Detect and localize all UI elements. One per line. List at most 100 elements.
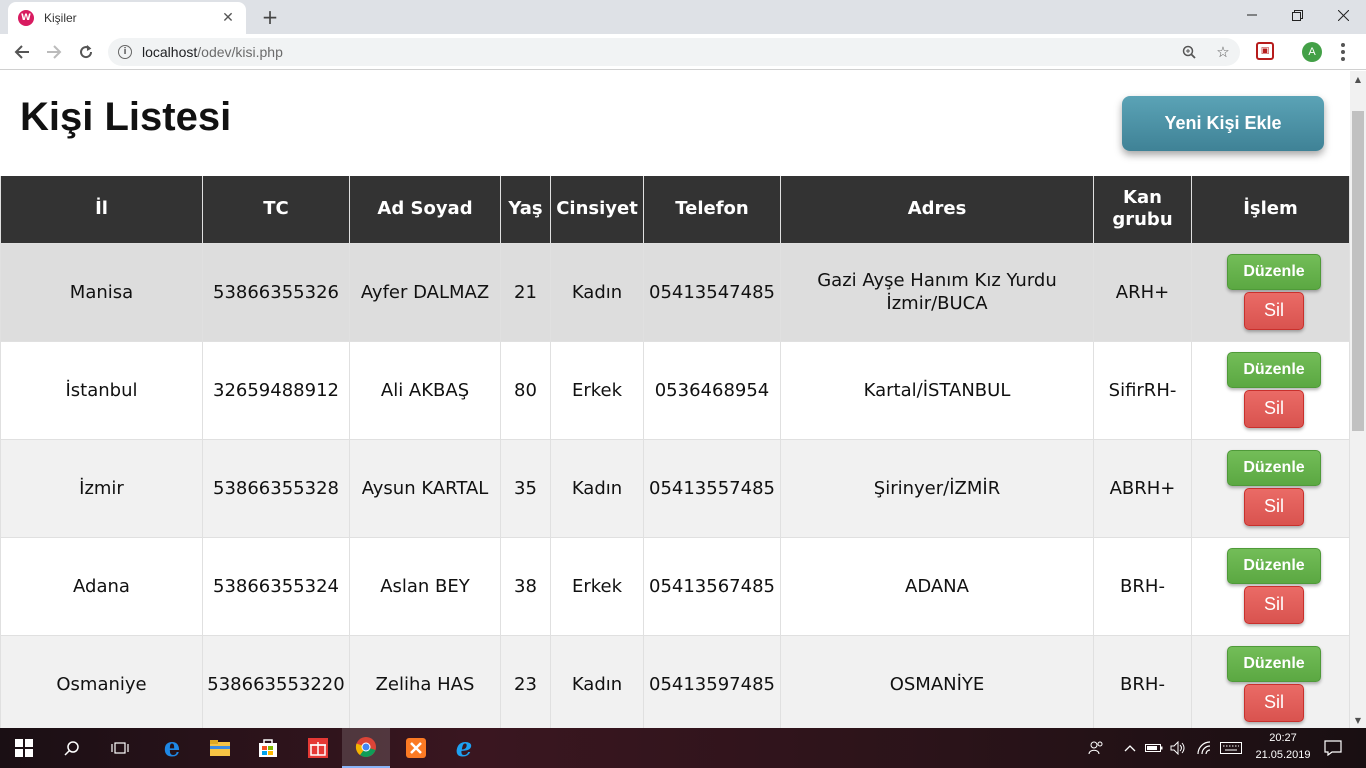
cell-yas: 80	[500, 340, 551, 440]
cell-yas: 38	[500, 536, 551, 636]
cell-tc: 53866355324	[202, 536, 350, 636]
windows-start-icon[interactable]	[0, 728, 48, 768]
browser-tab[interactable]: W Kişiler ✕	[8, 2, 246, 34]
cell-yas: 21	[500, 242, 551, 342]
volume-icon[interactable]	[1168, 728, 1188, 768]
cell-tc: 53866355326	[202, 242, 350, 342]
edit-button[interactable]: Düzenle	[1227, 253, 1321, 290]
header-cinsiyet: Cinsiyet	[550, 176, 644, 244]
cell-il: Osmaniye	[0, 634, 203, 728]
cell-telefon: 0536468954	[643, 340, 781, 440]
system-clock[interactable]: 20:27 21.05.2019	[1252, 730, 1314, 764]
close-window-icon[interactable]	[1320, 0, 1366, 30]
table-row: Osmaniye 538663553220 Zeliha HAS 23 Kadı…	[0, 634, 1350, 728]
chevron-up-icon[interactable]	[1120, 728, 1140, 768]
cell-cinsiyet: Erkek	[550, 340, 644, 440]
address-bar[interactable]: i localhost/odev/kisi.php ☆	[108, 38, 1240, 66]
browser-toolbar: i localhost/odev/kisi.php ☆ ▣ A	[0, 34, 1366, 70]
delete-button[interactable]: Sil	[1244, 389, 1304, 428]
cell-kan-grubu: SifirRH-	[1093, 340, 1192, 440]
delete-button[interactable]: Sil	[1244, 585, 1304, 624]
task-view-icon[interactable]	[96, 728, 144, 768]
cell-ad-soyad: Aysun KARTAL	[349, 438, 501, 538]
cell-ad-soyad: Ali AKBAŞ	[349, 340, 501, 440]
cell-il: Adana	[0, 536, 203, 636]
delete-button[interactable]: Sil	[1244, 291, 1304, 330]
cell-cinsiyet: Kadın	[550, 634, 644, 728]
cell-adres: Kartal/İSTANBUL	[780, 340, 1094, 440]
header-il: İl	[0, 176, 203, 244]
scroll-thumb[interactable]	[1352, 111, 1364, 431]
cell-kan-grubu: ARH+	[1093, 242, 1192, 342]
cell-yas: 23	[500, 634, 551, 728]
file-explorer-icon[interactable]	[196, 728, 244, 768]
cell-yas: 35	[500, 438, 551, 538]
cell-cinsiyet: Erkek	[550, 536, 644, 636]
cell-adres: Şirinyer/İZMİR	[780, 438, 1094, 538]
url-host: localhost	[142, 44, 198, 60]
edit-button[interactable]: Düzenle	[1227, 547, 1321, 584]
table-row: Adana 53866355324 Aslan BEY 38 Erkek 054…	[0, 536, 1350, 636]
bookmark-star-icon[interactable]: ☆	[1212, 42, 1234, 62]
info-icon[interactable]: i	[118, 45, 132, 59]
cell-kan-grubu: BRH-	[1093, 536, 1192, 636]
cell-kan-grubu: BRH-	[1093, 634, 1192, 728]
clock-time: 20:27	[1269, 732, 1297, 744]
table-row: İstanbul 32659488912 Ali AKBAŞ 80 Erkek …	[0, 340, 1350, 440]
cell-actions: Düzenle Sil	[1191, 242, 1350, 342]
cell-telefon: 05413567485	[643, 536, 781, 636]
cell-telefon: 05413557485	[643, 438, 781, 538]
delete-button[interactable]: Sil	[1244, 683, 1304, 722]
battery-icon[interactable]	[1144, 728, 1164, 768]
page-title: Kişi Listesi	[20, 95, 232, 139]
cell-actions: Düzenle Sil	[1191, 438, 1350, 538]
cell-il: Manisa	[0, 242, 203, 342]
header-kan-grubu: Kan grubu	[1093, 176, 1192, 244]
profile-avatar[interactable]: A	[1302, 42, 1322, 62]
notifications-icon[interactable]	[1320, 728, 1346, 768]
delete-button[interactable]: Sil	[1244, 487, 1304, 526]
url-path: /odev/kisi.php	[197, 44, 283, 60]
cell-telefon: 05413597485	[643, 634, 781, 728]
reload-icon[interactable]	[74, 40, 98, 64]
add-person-button[interactable]: Yeni Kişi Ekle	[1122, 96, 1324, 151]
forward-arrow-icon[interactable]	[42, 40, 66, 64]
favicon-icon: W	[18, 10, 34, 26]
edge-icon[interactable]: e	[148, 728, 196, 768]
restore-icon[interactable]	[1274, 0, 1320, 30]
minimize-icon[interactable]	[1229, 0, 1275, 30]
gift-app-icon[interactable]	[294, 728, 342, 768]
header-islem: İşlem	[1191, 176, 1350, 244]
page-scrollbar[interactable]: ▲ ▼	[1350, 71, 1366, 728]
xampp-icon[interactable]	[392, 728, 440, 768]
edit-button[interactable]: Düzenle	[1227, 351, 1321, 388]
scroll-down-icon[interactable]: ▼	[1350, 712, 1366, 728]
clock-date: 21.05.2019	[1255, 749, 1311, 761]
cell-il: İstanbul	[0, 340, 203, 440]
new-tab-button[interactable]: +	[258, 6, 282, 28]
cell-actions: Düzenle Sil	[1191, 536, 1350, 636]
zoom-icon[interactable]	[1178, 42, 1200, 62]
url-text: localhost/odev/kisi.php	[142, 44, 283, 60]
scroll-up-icon[interactable]: ▲	[1350, 71, 1366, 87]
header-yas: Yaş	[500, 176, 551, 244]
edit-button[interactable]: Düzenle	[1227, 449, 1321, 486]
people-icon[interactable]	[1084, 728, 1108, 768]
cell-adres: Gazi Ayşe Hanım Kız Yurdu İzmir/BUCA	[780, 242, 1094, 342]
cell-actions: Düzenle Sil	[1191, 634, 1350, 728]
back-arrow-icon[interactable]	[10, 40, 34, 64]
cell-ad-soyad: Aslan BEY	[349, 536, 501, 636]
store-icon[interactable]	[244, 728, 292, 768]
extension-icon[interactable]: ▣	[1256, 42, 1274, 60]
wifi-icon[interactable]	[1194, 728, 1214, 768]
cell-kan-grubu: ABRH+	[1093, 438, 1192, 538]
keyboard-icon[interactable]	[1218, 728, 1244, 768]
internet-explorer-icon[interactable]: e	[440, 728, 488, 768]
close-tab-icon[interactable]: ✕	[220, 10, 236, 26]
edit-button[interactable]: Düzenle	[1227, 645, 1321, 682]
menu-dots-icon[interactable]	[1332, 40, 1354, 64]
cell-actions: Düzenle Sil	[1191, 340, 1350, 440]
search-icon[interactable]	[48, 728, 96, 768]
table-header-row: İl TC Ad Soyad Yaş Cinsiyet Telefon Adre…	[0, 176, 1350, 244]
chrome-icon[interactable]	[342, 728, 390, 768]
